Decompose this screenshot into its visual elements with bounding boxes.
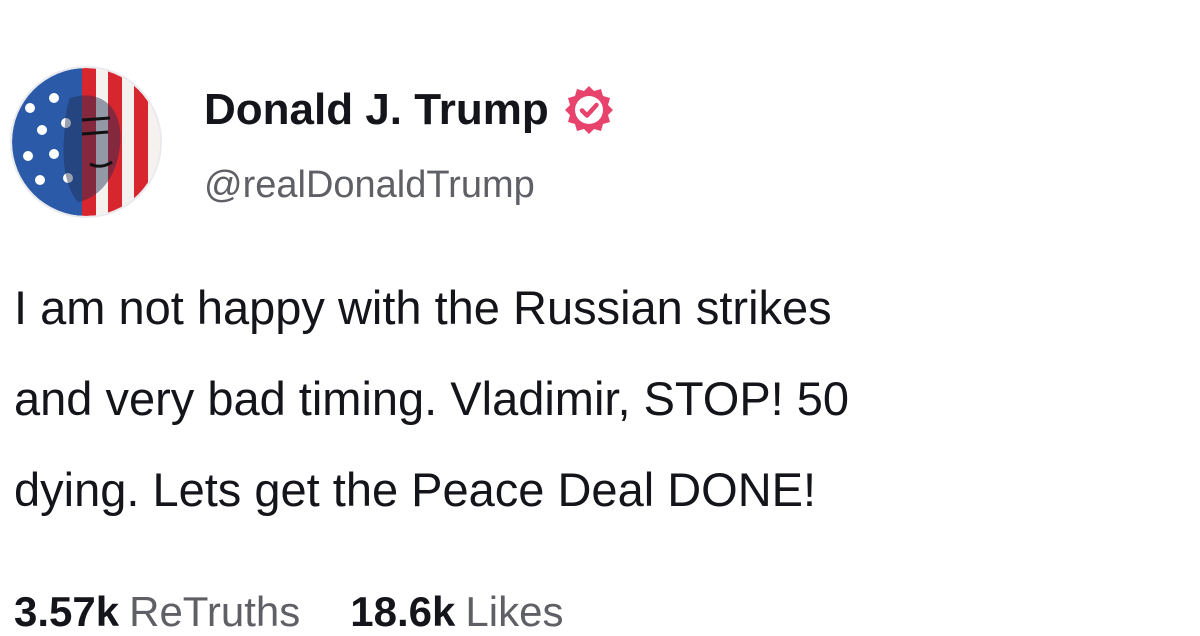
author-block: Donald J. Trump @realDonaldTrump xyxy=(204,82,615,207)
post-body-line: dying. Lets get the Peace Deal DONE! xyxy=(14,463,817,516)
retruths-label[interactable]: ReTruths xyxy=(129,588,300,636)
avatar-flag-portrait-icon xyxy=(12,68,160,216)
author-name-row: Donald J. Trump xyxy=(204,82,615,138)
post-body: I am not happy with the Russian strikes … xyxy=(14,262,1200,535)
truth-post: Donald J. Trump @realDonaldTrump I am no… xyxy=(0,0,1200,635)
post-stats: 3.57k ReTruths 18.6k Likes xyxy=(14,588,603,636)
author-avatar[interactable] xyxy=(12,68,160,216)
author-display-name[interactable]: Donald J. Trump xyxy=(204,85,549,135)
post-body-line: and very bad timing. Vladimir, STOP! 50 xyxy=(14,372,850,425)
likes-label[interactable]: Likes xyxy=(465,588,563,636)
retruths-count[interactable]: 3.57k xyxy=(14,588,119,636)
likes-count[interactable]: 18.6k xyxy=(350,588,455,636)
post-body-line: I am not happy with the Russian strikes xyxy=(14,281,832,334)
author-handle[interactable]: @realDonaldTrump xyxy=(204,164,615,207)
verified-badge-icon xyxy=(564,86,613,134)
